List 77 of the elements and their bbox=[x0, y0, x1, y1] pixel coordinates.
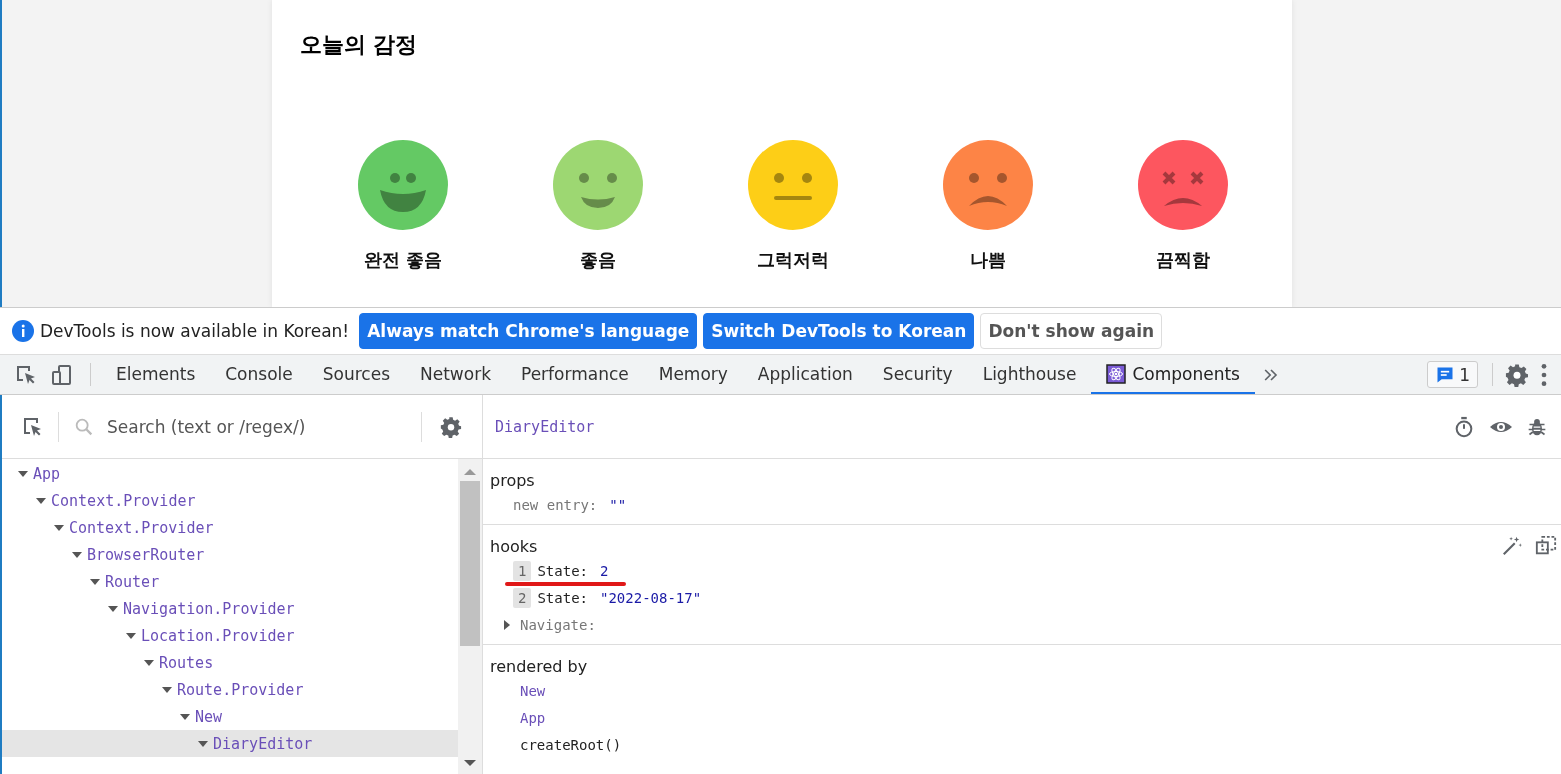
tree-row[interactable]: Location.Provider bbox=[2, 622, 458, 649]
hook-value[interactable]: "2022-08-17" bbox=[600, 589, 702, 606]
tree-row[interactable]: DiaryEditor bbox=[2, 730, 458, 757]
panel-tab[interactable]: Elements bbox=[101, 355, 211, 394]
prop-key: new entry: bbox=[513, 496, 598, 513]
panel-tab[interactable]: Performance bbox=[506, 355, 644, 394]
panel-tab[interactable]: Application bbox=[742, 355, 868, 394]
tree-row[interactable]: New bbox=[2, 703, 458, 730]
atom-icon bbox=[1106, 363, 1127, 384]
panel-tab[interactable]: Console bbox=[210, 355, 308, 394]
device-icon bbox=[50, 362, 74, 387]
expanded-triangle-icon[interactable] bbox=[18, 468, 28, 479]
settings-icon bbox=[440, 415, 462, 438]
search-field[interactable]: Search (text or /regex/) bbox=[105, 415, 421, 438]
expanded-triangle-icon[interactable] bbox=[180, 711, 190, 722]
stopwatch-icon bbox=[1453, 415, 1475, 438]
component-name: DiaryEditor bbox=[495, 417, 595, 436]
tree-row[interactable]: Router bbox=[2, 568, 458, 595]
hook-index: 1 bbox=[513, 560, 532, 581]
expanded-triangle-icon[interactable] bbox=[36, 495, 46, 506]
infobar-button[interactable]: Always match Chrome's language bbox=[359, 313, 698, 349]
expanded-triangle-icon[interactable] bbox=[144, 657, 154, 668]
section-heading: hooks bbox=[490, 536, 538, 556]
face-icon[interactable] bbox=[553, 140, 643, 230]
emotion-label: 나쁨 bbox=[970, 248, 1006, 272]
emotion-label: 좋음 bbox=[580, 248, 616, 272]
emotion-label: 끔찍함 bbox=[1156, 248, 1210, 272]
more-icon bbox=[1541, 363, 1547, 386]
copy-icon bbox=[1535, 535, 1557, 557]
owner-link[interactable]: App bbox=[490, 704, 1561, 731]
expanded-triangle-icon[interactable] bbox=[198, 738, 208, 749]
hook-key: State: bbox=[537, 589, 588, 606]
face-icon[interactable] bbox=[1138, 140, 1228, 230]
tree-row[interactable]: App bbox=[2, 460, 458, 487]
tree-row[interactable]: Routes bbox=[2, 649, 458, 676]
tree-row[interactable]: Navigation.Provider bbox=[2, 595, 458, 622]
face-icon[interactable] bbox=[943, 140, 1033, 230]
panel-tab[interactable]: Security bbox=[867, 355, 968, 394]
section-heading: rendered by bbox=[490, 656, 588, 676]
expanded-triangle-icon[interactable] bbox=[108, 603, 118, 614]
info-icon bbox=[12, 320, 34, 342]
expanded-triangle-icon[interactable] bbox=[72, 549, 82, 560]
expanded-triangle-icon[interactable] bbox=[126, 630, 136, 641]
expanded-triangle-icon[interactable] bbox=[54, 522, 64, 533]
panel-tab[interactable]: Sources bbox=[307, 355, 405, 394]
hook-key[interactable]: Navigate: bbox=[520, 616, 596, 633]
emotion-label: 그럭저럭 bbox=[757, 248, 829, 272]
owner-link[interactable]: New bbox=[490, 677, 1561, 704]
tree-row[interactable]: BrowserRouter bbox=[2, 541, 458, 568]
owner-root: createRoot() bbox=[519, 735, 623, 755]
face-icon[interactable] bbox=[748, 140, 838, 230]
hook-value[interactable]: 2 bbox=[600, 562, 609, 579]
hook-key: State: bbox=[537, 562, 588, 579]
issues-badge[interactable]: 1 bbox=[1427, 361, 1478, 388]
infobar-button[interactable]: Don't show again bbox=[980, 313, 1163, 349]
tree-row[interactable]: Context.Provider bbox=[2, 487, 458, 514]
panel-tab[interactable]: Memory bbox=[643, 355, 743, 394]
section-heading: props bbox=[490, 470, 535, 490]
panel-tab[interactable]: Network bbox=[405, 355, 506, 394]
settings-icon bbox=[1505, 362, 1529, 387]
scrollbar-thumb[interactable] bbox=[460, 481, 480, 646]
scroll-down-icon[interactable] bbox=[463, 758, 477, 768]
bug-icon bbox=[1527, 416, 1547, 437]
expanded-triangle-icon[interactable] bbox=[90, 576, 100, 587]
tree-row[interactable]: Route.Provider bbox=[2, 676, 458, 703]
collapsed-triangle-icon[interactable] bbox=[502, 618, 512, 631]
face-icon[interactable] bbox=[358, 140, 448, 230]
prop-value[interactable]: "" bbox=[609, 496, 627, 513]
tree-row[interactable]: Context.Provider bbox=[2, 514, 458, 541]
infobar-button[interactable]: Switch DevTools to Korean bbox=[703, 313, 975, 349]
expanded-triangle-icon[interactable] bbox=[162, 684, 172, 695]
section-title: 오늘의 감정 bbox=[299, 31, 419, 59]
panel-tab[interactable]: Lighthouse bbox=[967, 355, 1092, 394]
magic-wand-icon bbox=[1501, 535, 1523, 557]
hook-index: 2 bbox=[513, 587, 532, 608]
info-message: DevTools is now available in Korean! bbox=[40, 321, 350, 341]
emotion-label: 완전 좋음 bbox=[363, 248, 443, 272]
